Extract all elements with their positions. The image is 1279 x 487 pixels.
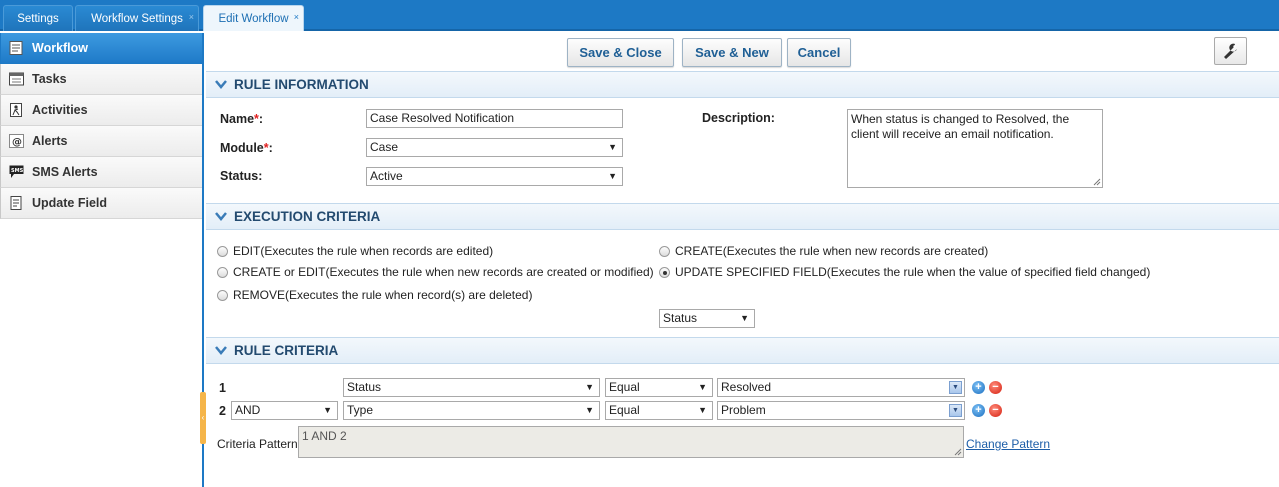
document-icon [9, 41, 23, 55]
sidebar: Workflow Tasks Activities @ Alerts SMS S… [0, 33, 204, 487]
change-pattern-link[interactable]: Change Pattern [966, 437, 1050, 451]
execution-criteria-header[interactable]: EXECUTION CRITERIA [206, 203, 1279, 230]
settings-button[interactable] [1214, 37, 1247, 65]
criteria-pattern-field[interactable]: 1 AND 2 [298, 426, 964, 458]
rule-information-header[interactable]: RULE INFORMATION [206, 71, 1279, 98]
close-icon[interactable]: × [189, 4, 194, 30]
cancel-button[interactable]: Cancel [787, 38, 851, 67]
sidebar-item-label: SMS Alerts [32, 165, 98, 179]
sidebar-item-workflow[interactable]: Workflow [0, 33, 202, 64]
svg-text:SMS: SMS [11, 168, 24, 174]
description-label: Description: [702, 111, 775, 125]
criteria-operator-select[interactable]: Equal ▼ [605, 401, 713, 420]
sidebar-item-label: Activities [32, 103, 88, 117]
add-criteria-button[interactable]: + [972, 404, 985, 417]
criteria-field-select[interactable]: Type ▼ [343, 401, 600, 420]
save-close-button[interactable]: Save & Close [567, 38, 674, 67]
radio-button[interactable] [217, 246, 228, 257]
tab-label: Settings [17, 13, 59, 25]
name-field[interactable]: Case Resolved Notification [366, 109, 623, 128]
radio-update-specified-field[interactable]: UPDATE SPECIFIED FIELD(Executes the rule… [659, 264, 1150, 280]
close-icon[interactable]: × [294, 4, 299, 30]
description-field[interactable]: When status is changed to Resolved, the … [847, 109, 1103, 188]
radio-button[interactable] [217, 290, 228, 301]
sidebar-item-label: Update Field [32, 196, 108, 210]
field-icon [10, 196, 22, 210]
module-select[interactable]: Case ▼ [366, 138, 623, 157]
criteria-row-number: 2 [219, 404, 226, 418]
criteria-operator-select[interactable]: Equal ▼ [605, 378, 713, 397]
tab-workflow-settings[interactable]: Workflow Settings × [75, 5, 199, 31]
radio-remove[interactable]: REMOVE(Executes the rule when record(s) … [217, 287, 532, 303]
chevron-down-icon [215, 346, 227, 355]
sidebar-item-label: Tasks [32, 72, 67, 86]
radio-button-selected[interactable] [659, 267, 670, 278]
criteria-value-select[interactable]: Problem ▼ [717, 401, 965, 420]
module-label: Module*: [220, 141, 273, 155]
specified-field-select[interactable]: Status ▼ [659, 309, 755, 328]
chevron-down-icon [215, 212, 227, 221]
radio-create-or-edit[interactable]: CREATE or EDIT(Executes the rule when ne… [217, 264, 654, 280]
chevron-down-icon [215, 80, 227, 89]
section-title: EXECUTION CRITERIA [234, 209, 381, 224]
section-title: RULE CRITERIA [234, 343, 339, 358]
tab-label: Edit Workflow [218, 13, 289, 25]
tab-edit-workflow[interactable]: Edit Workflow × [203, 5, 304, 31]
section-title: RULE INFORMATION [234, 77, 369, 92]
radio-button[interactable] [659, 246, 670, 257]
resize-handle-icon[interactable] [954, 448, 962, 456]
criteria-join-select[interactable]: AND ▼ [231, 401, 338, 420]
add-criteria-button[interactable]: + [972, 381, 985, 394]
main-panel: Save & Close Save & New Cancel RULE INFO… [206, 33, 1279, 487]
criteria-field-select[interactable]: Status ▼ [343, 378, 600, 397]
sidebar-item-alerts[interactable]: @ Alerts [0, 126, 202, 157]
sidebar-item-activities[interactable]: Activities [0, 95, 202, 126]
save-new-button[interactable]: Save & New [682, 38, 782, 67]
remove-criteria-button[interactable]: − [989, 404, 1002, 417]
toolbar: Save & Close Save & New Cancel [206, 33, 1279, 71]
rule-criteria-header[interactable]: RULE CRITERIA [206, 337, 1279, 364]
radio-button[interactable] [217, 267, 228, 278]
status-label: Status: [220, 169, 263, 183]
criteria-value-select[interactable]: Resolved ▼ [717, 378, 965, 397]
sidebar-item-label: Alerts [32, 134, 68, 148]
sidebar-item-update-field[interactable]: Update Field [0, 188, 202, 219]
tab-label: Workflow Settings [91, 13, 183, 25]
remove-criteria-button[interactable]: − [989, 381, 1002, 394]
tab-bar: Settings Workflow Settings × Edit Workfl… [0, 0, 1279, 31]
at-sign-icon: @ [9, 134, 24, 148]
sidebar-item-sms-alerts[interactable]: SMS SMS Alerts [0, 157, 202, 188]
radio-create[interactable]: CREATE(Executes the rule when new record… [659, 243, 988, 259]
sidebar-item-tasks[interactable]: Tasks [0, 64, 202, 95]
criteria-pattern-label: Criteria Pattern [217, 437, 298, 451]
criteria-row-number: 1 [219, 381, 226, 395]
resize-handle-icon[interactable] [1093, 178, 1101, 186]
status-select[interactable]: Active ▼ [366, 167, 623, 186]
wrench-icon [1224, 43, 1237, 59]
name-label: Name*: [220, 112, 264, 126]
svg-text:@: @ [12, 137, 22, 148]
tab-settings[interactable]: Settings [3, 5, 73, 31]
calendar-icon [9, 72, 24, 86]
sidebar-item-label: Workflow [32, 41, 89, 55]
radio-edit[interactable]: EDIT(Executes the rule when records are … [217, 243, 493, 259]
sms-icon: SMS [9, 165, 24, 178]
activity-icon [10, 103, 22, 117]
